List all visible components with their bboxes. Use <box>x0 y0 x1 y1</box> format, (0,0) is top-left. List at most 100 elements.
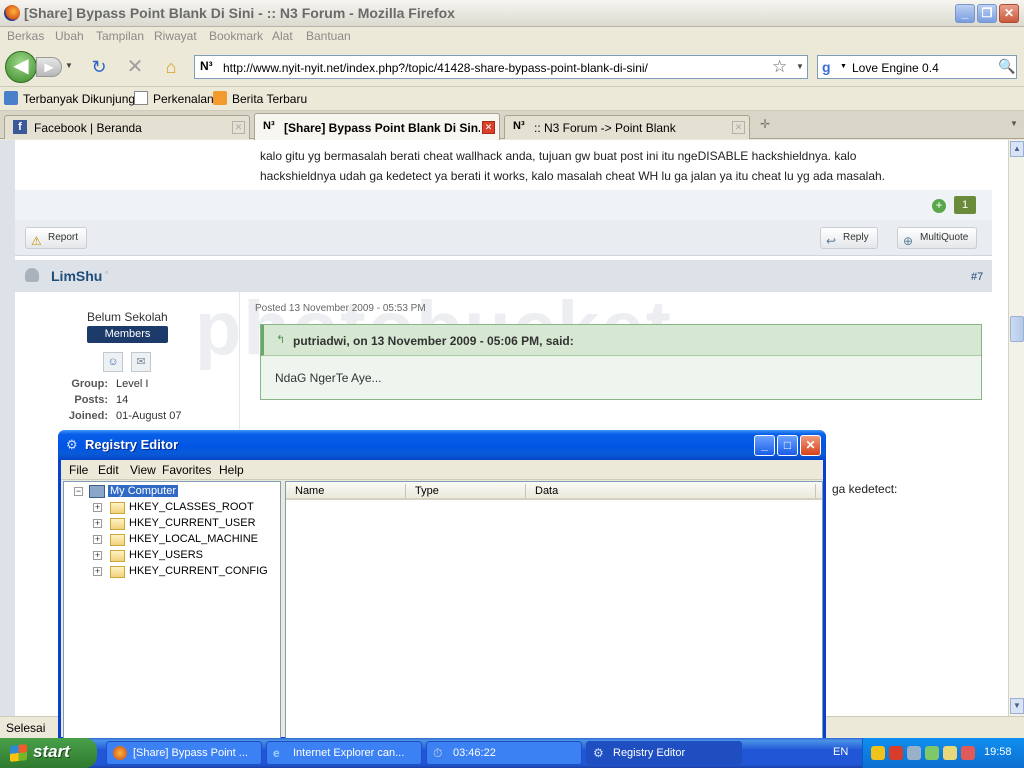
view-profile-icon[interactable]: ☺ <box>103 352 123 372</box>
bookmark-perkenalan[interactable]: Perkenalan <box>134 91 214 106</box>
column-divider[interactable] <box>525 484 526 498</box>
close-button[interactable]: ✕ <box>999 4 1019 23</box>
registry-key-tree[interactable]: − My Computer + HKEY_CLASSES_ROOT + HKEY… <box>63 481 281 740</box>
member-rank: Belum Sekolah <box>87 310 168 324</box>
start-label: start <box>33 742 70 761</box>
search-engine-dropdown-icon[interactable]: ▼ <box>840 63 847 70</box>
search-bar[interactable]: g ▼ Love Engine 0.4 🔍 <box>817 55 1017 79</box>
menu-riwayat[interactable]: Riwayat <box>154 29 197 43</box>
scroll-up-icon[interactable]: ▲ <box>1010 141 1024 157</box>
minimize-button[interactable]: _ <box>754 435 775 456</box>
column-header-name[interactable]: Name <box>295 485 324 497</box>
back-arrow-icon[interactable]: ◀ <box>5 51 37 83</box>
bookmark-label: Terbanyak Dikunjungi <box>23 92 138 106</box>
tab-facebook[interactable]: f Facebook | Beranda ✕ <box>4 115 250 139</box>
menu-view[interactable]: View <box>130 463 156 477</box>
multiquote-button[interactable]: ⊕ MultiQuote <box>897 227 978 249</box>
windows-taskbar: start [Share] Bypass Point ... e Interne… <box>0 738 1024 768</box>
info-value: 14 <box>116 394 129 406</box>
site-favicon-icon: N³ <box>200 59 213 73</box>
stop-icon[interactable]: ✕ <box>125 57 145 77</box>
bookmark-most-visited[interactable]: Terbanyak Dikunjungi <box>4 91 138 106</box>
home-icon[interactable]: ⌂ <box>161 57 181 77</box>
shield-icon[interactable] <box>871 746 885 760</box>
scrollbar-thumb[interactable] <box>1010 316 1024 342</box>
restore-button[interactable]: ❐ <box>977 4 997 23</box>
folder-icon <box>110 518 125 530</box>
security-icon[interactable] <box>961 746 975 760</box>
antivirus-icon[interactable] <box>889 746 903 760</box>
taskbar-internet-explorer[interactable]: e Internet Explorer can... <box>266 741 422 765</box>
maximize-button[interactable]: □ <box>777 435 798 456</box>
tree-label: My Computer <box>108 485 179 497</box>
tab-share-bypass[interactable]: N³ [Share] Bypass Point Blank Di Sin... … <box>254 113 500 140</box>
registry-values-list[interactable]: Name Type Data <box>285 481 823 740</box>
reload-icon[interactable]: ↻ <box>89 57 109 77</box>
close-button[interactable]: ✕ <box>800 435 821 456</box>
menu-bookmark[interactable]: Bookmark <box>209 29 263 43</box>
menu-file[interactable]: File <box>69 463 88 477</box>
menu-berkas[interactable]: Berkas <box>7 29 44 43</box>
network-icon[interactable] <box>925 746 939 760</box>
tab-label: Facebook | Beranda <box>34 121 142 135</box>
menu-help[interactable]: Help <box>219 463 244 477</box>
menu-tampilan[interactable]: Tampilan <box>96 29 144 43</box>
tab-close-icon[interactable]: ✕ <box>482 121 495 134</box>
column-header-type[interactable]: Type <box>415 485 439 497</box>
info-label: Joined: <box>68 410 108 422</box>
start-button[interactable]: start <box>0 738 97 768</box>
report-button[interactable]: ⚠ Report <box>25 227 88 249</box>
minimize-button[interactable]: _ <box>955 4 975 23</box>
menu-ubah[interactable]: Ubah <box>55 29 84 43</box>
tab-close-icon[interactable]: ✕ <box>232 121 245 134</box>
quote-header: ↰ putriadwi, on 13 November 2009 - 05:06… <box>261 325 981 356</box>
column-header-data[interactable]: Data <box>535 485 558 497</box>
url-dropdown-icon[interactable]: ▼ <box>796 62 804 71</box>
url-bar[interactable]: N³ http://www.nyit-nyit.net/index.php?/t… <box>194 55 808 79</box>
tab-close-icon[interactable]: ✕ <box>732 121 745 134</box>
column-divider[interactable] <box>405 484 406 498</box>
page-scrollbar[interactable]: ▲ ▼ <box>1008 140 1024 716</box>
column-divider[interactable] <box>815 484 816 498</box>
info-value: Level I <box>116 378 149 390</box>
forward-arrow-icon[interactable]: ▶ <box>36 57 62 77</box>
rep-plus-icon[interactable]: + <box>932 199 946 213</box>
menu-bantuan[interactable]: Bantuan <box>306 29 351 43</box>
search-icon[interactable]: 🔍 <box>998 58 1015 75</box>
menu-favorites[interactable]: Favorites <box>162 463 211 477</box>
expand-icon[interactable]: + <box>93 551 102 560</box>
menu-edit[interactable]: Edit <box>98 463 119 477</box>
history-dropdown-icon[interactable]: ▼ <box>65 61 75 73</box>
quote-jump-icon[interactable]: ↰ <box>276 333 285 346</box>
tab-label: :: N3 Forum -> Point Blank <box>534 121 676 135</box>
send-message-icon[interactable]: ✉ <box>131 352 151 372</box>
tab-n3-forum[interactable]: N³ :: N3 Forum -> Point Blank ✕ <box>504 115 750 139</box>
expand-icon[interactable]: + <box>93 519 102 528</box>
bookmark-berita-terbaru[interactable]: Berita Terbaru <box>213 91 307 106</box>
expand-icon[interactable]: + <box>93 503 102 512</box>
post-number-link[interactable]: #7 <box>971 271 983 283</box>
language-indicator[interactable]: EN <box>833 746 848 758</box>
firefox-logo-icon <box>4 5 20 21</box>
url-text[interactable]: http://www.nyit-nyit.net/index.php?/topi… <box>223 61 648 75</box>
scroll-down-icon[interactable]: ▼ <box>1010 698 1024 714</box>
expand-icon[interactable]: + <box>93 535 102 544</box>
search-engine-icon[interactable]: g <box>822 59 838 75</box>
author-name-link[interactable]: LimShu <box>51 268 102 284</box>
volume-icon[interactable] <box>907 746 921 760</box>
messenger-icon[interactable] <box>943 746 957 760</box>
registry-editor-title: Registry Editor <box>85 437 179 452</box>
search-input[interactable]: Love Engine 0.4 <box>852 61 939 75</box>
registry-editor-title-bar[interactable]: ⚙ Registry Editor _ □ ✕ <box>58 430 826 460</box>
expand-icon[interactable]: + <box>93 567 102 576</box>
collapse-icon[interactable]: − <box>74 487 83 496</box>
bookmark-star-icon[interactable]: ☆ <box>772 57 787 77</box>
taskbar-registry-editor[interactable]: ⚙ Registry Editor <box>586 741 742 765</box>
new-tab-icon[interactable]: ✛ <box>760 117 776 131</box>
rss-feed-icon <box>213 91 227 105</box>
taskbar-firefox[interactable]: [Share] Bypass Point ... <box>106 741 262 765</box>
menu-alat[interactable]: Alat <box>272 29 293 43</box>
taskbar-clock-app[interactable]: ⏱ 03:46:22 <box>426 741 582 765</box>
reply-button[interactable]: ↩ Reply <box>820 227 878 249</box>
tab-list-dropdown-icon[interactable]: ▼ <box>1010 119 1018 128</box>
